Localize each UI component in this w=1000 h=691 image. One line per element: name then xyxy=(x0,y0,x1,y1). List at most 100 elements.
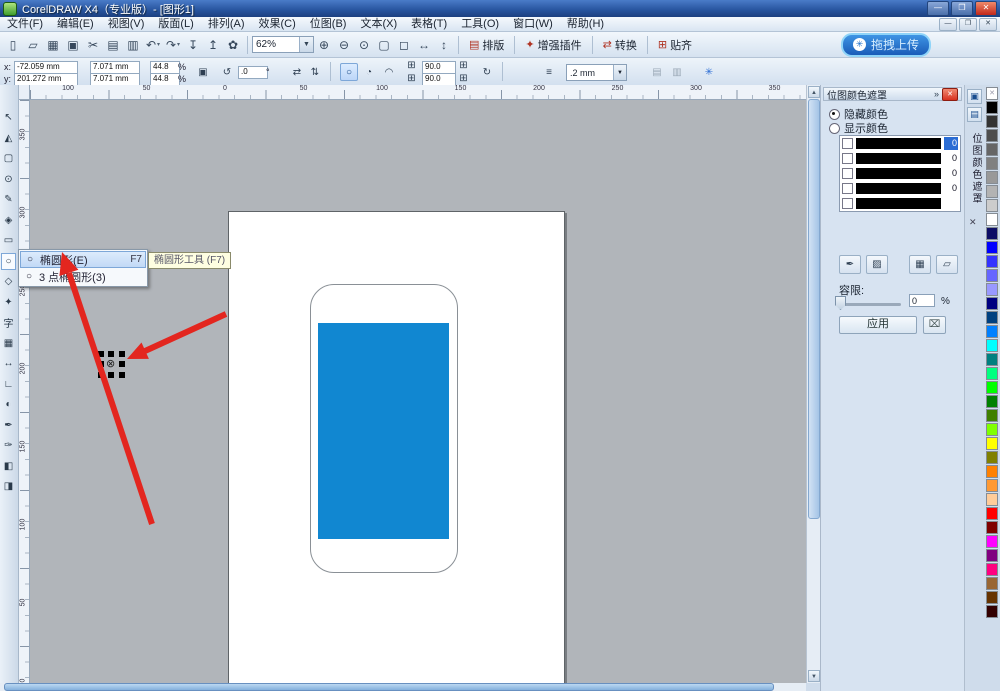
crop-tool[interactable]: ▢ xyxy=(1,150,16,167)
plugin-button[interactable]: ✦ 增强插件 xyxy=(519,35,587,55)
palette-swatch[interactable] xyxy=(986,479,998,492)
palette-swatch[interactable] xyxy=(986,409,998,422)
palette-swatch[interactable] xyxy=(986,493,998,506)
doc-restore-button[interactable]: ❐ xyxy=(959,17,977,31)
outline-pen-tool[interactable]: ✑ xyxy=(1,437,16,454)
import-button[interactable]: ↧ xyxy=(183,35,203,55)
palette-swatch[interactable] xyxy=(986,325,998,338)
zoom-width-button[interactable]: ↔ xyxy=(414,35,434,55)
palette-swatch[interactable] xyxy=(986,311,998,324)
palette-swatch[interactable] xyxy=(986,507,998,520)
ellipse-tool[interactable]: ○ xyxy=(1,252,16,270)
palette-swatch[interactable] xyxy=(986,451,998,464)
menu-item-1[interactable]: 编辑(E) xyxy=(50,17,101,32)
app-launcher-button[interactable]: ✿ xyxy=(223,35,243,55)
zoom-out-button[interactable]: ⊖ xyxy=(334,35,354,55)
tolerance-slider-track[interactable] xyxy=(839,303,901,306)
mask-checkbox[interactable] xyxy=(842,198,853,209)
mirror-horizontal-button[interactable]: ⇄ xyxy=(288,63,306,81)
menu-item-9[interactable]: 工具(O) xyxy=(454,17,506,32)
mask-color-row[interactable]: 0 xyxy=(840,151,960,166)
doc-close-button[interactable]: ✕ xyxy=(979,17,997,31)
flyout-item-1[interactable]: ○ 3 点椭圆形(3) xyxy=(20,268,146,285)
pick-tool[interactable]: ↖ xyxy=(1,109,16,126)
palette-swatch[interactable] xyxy=(986,549,998,562)
docker-collapse-icon[interactable]: » xyxy=(934,89,939,99)
palette-swatch[interactable] xyxy=(986,241,998,254)
show-colors-radio[interactable]: 显示颜色 xyxy=(829,120,888,136)
smart-fill-tool[interactable]: ◈ xyxy=(1,212,16,229)
palette-swatch[interactable] xyxy=(986,591,998,604)
outline-width-combo[interactable]: .2 mm ▼ xyxy=(566,64,627,81)
drag-upload-button[interactable]: ✳ 拖拽上传 xyxy=(840,32,931,57)
lock-ratio-button[interactable]: ▣ xyxy=(194,63,212,81)
menu-item-10[interactable]: 窗口(W) xyxy=(506,17,560,32)
vertical-scroll-thumb[interactable] xyxy=(808,99,820,519)
zoom-in-button[interactable]: ⊕ xyxy=(314,35,334,55)
mask-color-row[interactable]: 0 xyxy=(840,181,960,196)
docker-tab-mask-icon[interactable]: ▤ xyxy=(967,107,982,122)
zoom-all-objects-button[interactable]: ▢ xyxy=(374,35,394,55)
palette-swatch[interactable] xyxy=(986,381,998,394)
palette-swatch[interactable] xyxy=(986,535,998,548)
mask-color-row[interactable]: 0 xyxy=(840,136,960,151)
arc-mode-button[interactable]: ◠ xyxy=(380,63,398,81)
dimension-tool[interactable]: ↔ xyxy=(1,355,16,372)
cut-button[interactable]: ✂ xyxy=(83,35,103,55)
selection-handle[interactable] xyxy=(98,361,104,367)
palette-swatch[interactable]: ✕ xyxy=(986,87,998,100)
freehand-tool[interactable]: ✎ xyxy=(1,191,16,208)
redo-button[interactable]: ↷ ▾ xyxy=(163,35,183,55)
chevron-down-icon[interactable]: ▾ xyxy=(157,41,160,48)
mask-checkbox[interactable] xyxy=(842,168,853,179)
tolerance-slider-handle[interactable] xyxy=(835,296,846,310)
palette-swatch[interactable] xyxy=(986,465,998,478)
palette-swatch[interactable] xyxy=(986,101,998,114)
palette-swatch[interactable] xyxy=(986,563,998,576)
text-tool[interactable]: 字 xyxy=(1,314,16,331)
doc-minimize-button[interactable]: — xyxy=(939,17,957,31)
horizontal-scroll-thumb[interactable] xyxy=(4,683,774,691)
vertical-ruler[interactable]: 350 300 250 200 150 100 50 0 xyxy=(18,100,30,683)
palette-swatch[interactable] xyxy=(986,297,998,310)
radio-icon[interactable] xyxy=(829,108,840,120)
mask-checkbox[interactable] xyxy=(842,138,853,149)
palette-swatch[interactable] xyxy=(986,605,998,618)
mask-checkbox[interactable] xyxy=(842,153,853,164)
docker-tab-hint-icon[interactable]: ▣ xyxy=(967,89,982,104)
fill-tool[interactable]: ◧ xyxy=(1,458,16,475)
menu-item-8[interactable]: 表格(T) xyxy=(404,17,454,32)
selection-handle[interactable] xyxy=(119,361,125,367)
palette-swatch[interactable] xyxy=(986,395,998,408)
maximize-button[interactable]: ❐ xyxy=(951,1,973,16)
palette-swatch[interactable] xyxy=(986,339,998,352)
undo-button[interactable]: ↶ ▾ xyxy=(143,35,163,55)
palette-swatch[interactable] xyxy=(986,521,998,534)
palette-swatch[interactable] xyxy=(986,185,998,198)
palette-swatch[interactable] xyxy=(986,213,998,226)
palette-swatch[interactable] xyxy=(986,199,998,212)
mask-color-row[interactable] xyxy=(840,196,960,211)
selection-handle[interactable] xyxy=(119,372,125,378)
palette-swatch[interactable] xyxy=(986,423,998,436)
eyedropper-button[interactable]: ✒ xyxy=(839,255,861,274)
close-button[interactable]: ✕ xyxy=(975,1,997,16)
zoom-level-combo[interactable]: 62% ▼ xyxy=(252,36,314,53)
palette-swatch[interactable] xyxy=(986,157,998,170)
arc-direction-button[interactable]: ↻ xyxy=(478,63,496,81)
mirror-vertical-button[interactable]: ⇅ xyxy=(306,63,324,81)
menu-item-7[interactable]: 文本(X) xyxy=(353,17,404,32)
palette-swatch[interactable] xyxy=(986,367,998,380)
open-curve-button[interactable]: ▥ xyxy=(668,63,686,81)
selection-handle[interactable] xyxy=(119,351,125,357)
selection-handle[interactable] xyxy=(108,351,114,357)
chevron-down-icon[interactable]: ▾ xyxy=(177,41,180,48)
scroll-down-icon[interactable]: ▼ xyxy=(808,670,820,682)
save-mask-button[interactable]: ▦ xyxy=(909,255,931,274)
paste-button[interactable]: ▥ xyxy=(123,35,143,55)
menu-item-0[interactable]: 文件(F) xyxy=(0,17,50,32)
open-button[interactable]: ▱ xyxy=(23,35,43,55)
polygon-tool[interactable]: ◇ xyxy=(1,273,16,290)
pie-mode-button[interactable]: ◔ xyxy=(360,63,378,81)
selection-handle[interactable] xyxy=(98,372,104,378)
